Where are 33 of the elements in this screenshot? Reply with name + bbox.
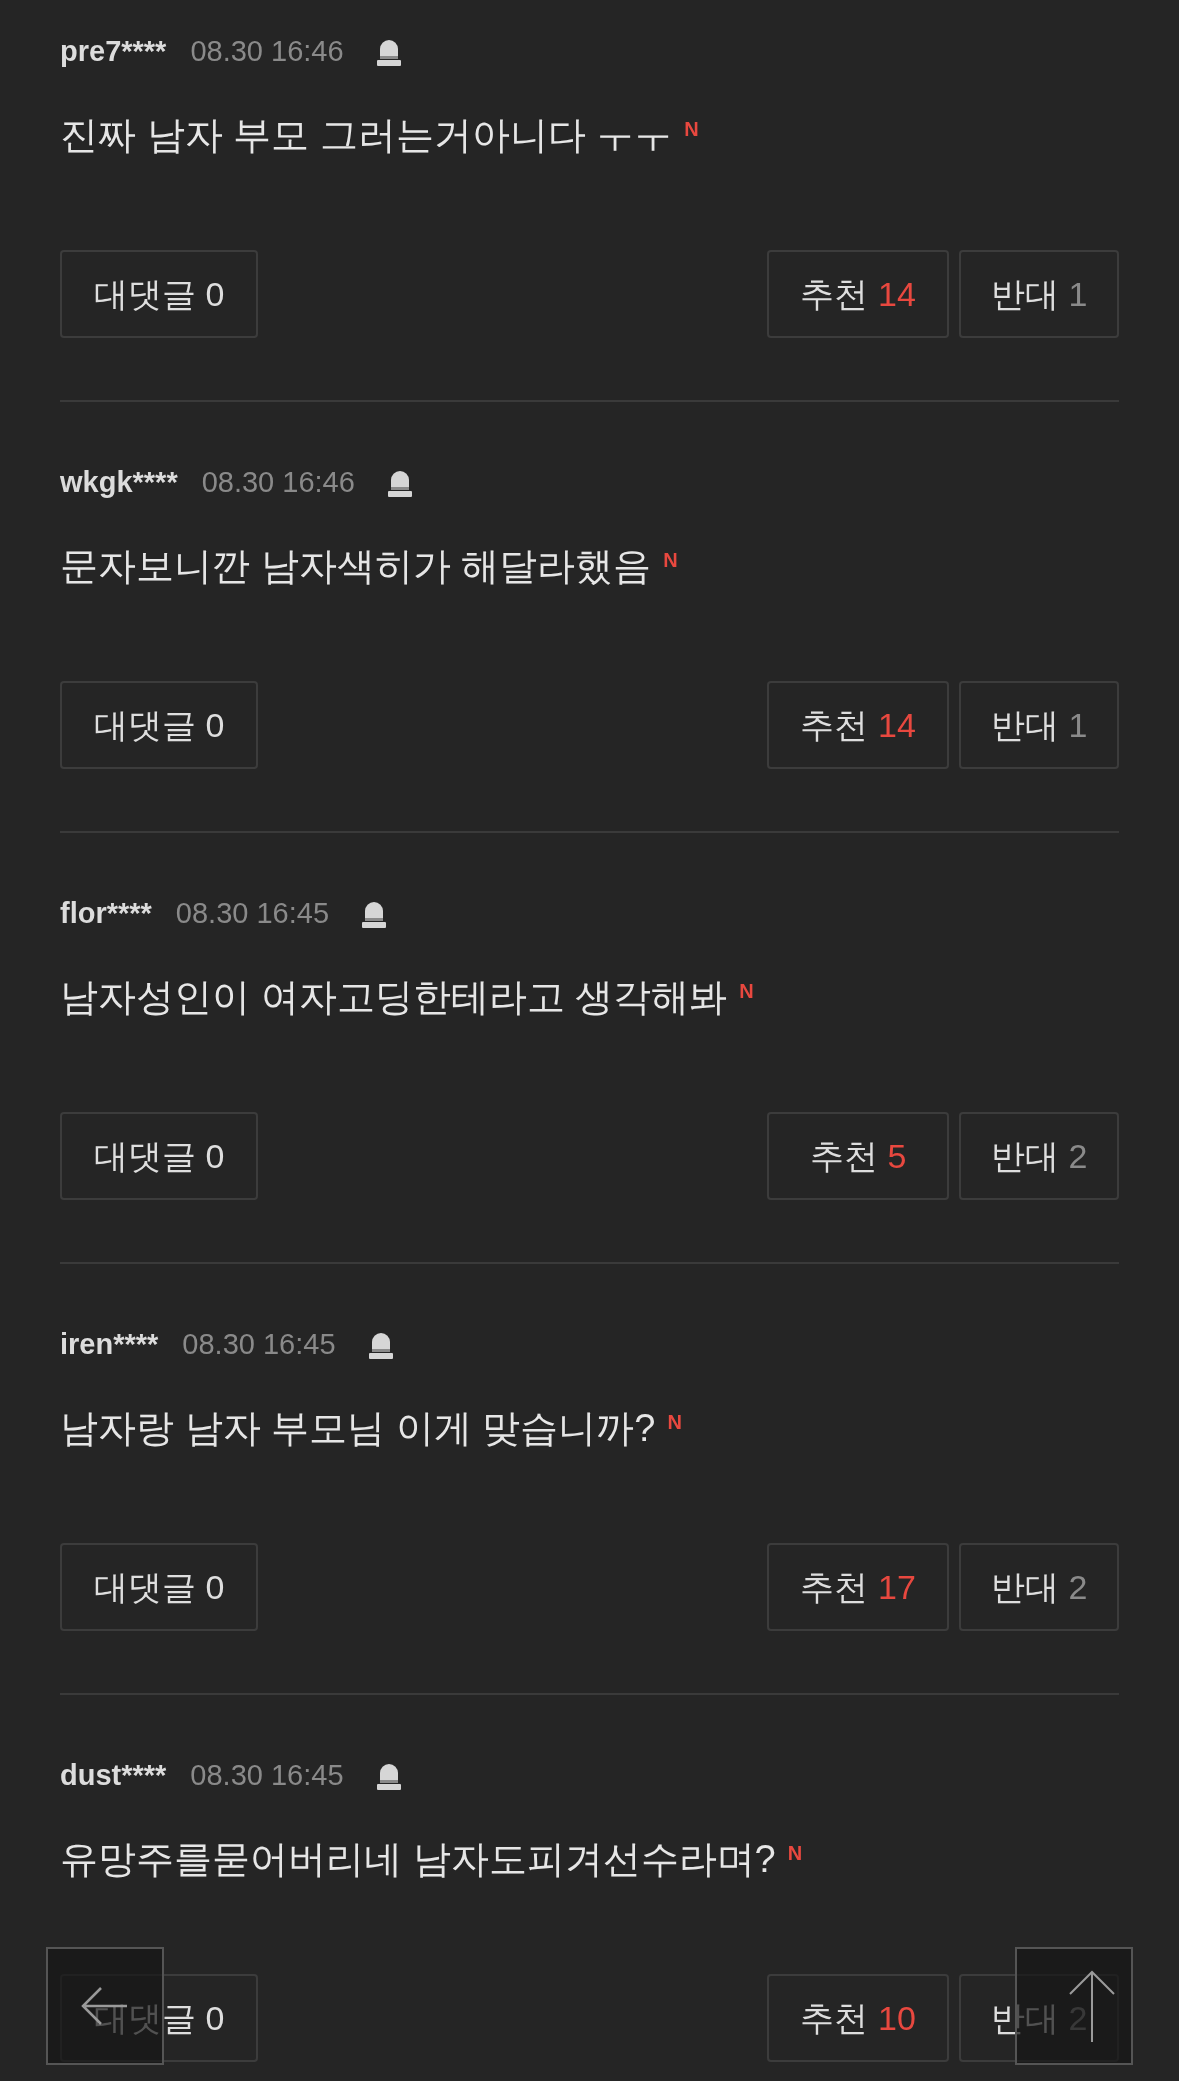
reply-button[interactable]: 대댓글 0 <box>60 250 258 338</box>
downvote-button[interactable]: 반대 1 <box>959 681 1119 769</box>
comment-text: 유망주를묻어버리네 남자도피겨선수라며? <box>60 1836 776 1882</box>
reply-button[interactable]: 대댓글 0 <box>60 681 258 769</box>
comment-text: 남자성인이 여자고딩한테라고 생각해봐 <box>60 974 728 1020</box>
comment-time: 08.30 16:45 <box>175 896 330 932</box>
downvote-button[interactable]: 반대 2 <box>959 1112 1119 1200</box>
comment-time: 08.30 16:45 <box>182 1327 336 1363</box>
upvote-button[interactable]: 추천 17 <box>767 1543 949 1631</box>
username: wkgk**** <box>60 465 178 501</box>
username: flor**** <box>60 896 152 932</box>
comment-time: 08.30 16:46 <box>190 34 344 70</box>
new-label: N <box>684 117 699 142</box>
downvote-button[interactable]: 반대 1 <box>959 250 1119 338</box>
new-label: N <box>663 548 678 573</box>
upvote-button[interactable]: 추천 5 <box>767 1112 949 1200</box>
username: pre7**** <box>60 34 167 70</box>
comment-time: 08.30 16:46 <box>201 465 355 501</box>
new-label: N <box>667 1410 682 1435</box>
comment-time: 08.30 16:45 <box>190 1758 344 1794</box>
reply-button[interactable]: 대댓글 0 <box>60 1112 258 1200</box>
username: dust**** <box>60 1758 167 1794</box>
new-label: N <box>739 979 754 1004</box>
comment-text: 진짜 남자 부모 그러는거아니다 ㅜㅜ <box>60 112 673 158</box>
reply-button[interactable]: 대댓글 0 <box>60 1543 258 1631</box>
upvote-button[interactable]: 추천 14 <box>767 250 949 338</box>
upvote-button[interactable]: 추천 10 <box>767 1974 949 2062</box>
downvote-button[interactable]: 반대 2 <box>959 1543 1119 1631</box>
username: iren**** <box>60 1327 159 1363</box>
comment-text: 남자랑 남자 부모님 이게 맞습니까? <box>60 1405 656 1451</box>
comment-text: 문자보니깐 남자색히가 해달라했음 <box>60 543 652 589</box>
upvote-button[interactable]: 추천 14 <box>767 681 949 769</box>
new-label: N <box>787 1841 803 1866</box>
